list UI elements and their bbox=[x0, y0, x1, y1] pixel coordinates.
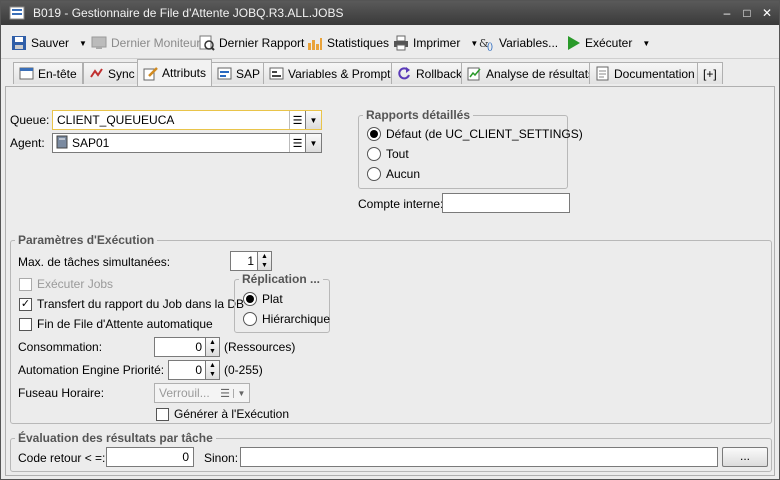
tab-result-analysis[interactable]: Analyse de résultats bbox=[461, 62, 601, 84]
list-icon[interactable]: ☰ bbox=[289, 111, 305, 129]
queue-combobox[interactable]: CLIENT_QUEUEUCA ☰ ▼ bbox=[52, 110, 322, 130]
checkmark-icon: ✓ bbox=[19, 297, 32, 311]
replication-flat-radio[interactable]: Plat bbox=[243, 292, 283, 306]
report-default-radio[interactable]: Défaut (de UC_CLIENT_SETTINGS) bbox=[367, 127, 583, 141]
result-evaluation-title: Évaluation des résultats par tâche bbox=[15, 431, 216, 445]
spinner-arrows-icon[interactable]: ▲ ▼ bbox=[205, 338, 219, 356]
queue-object-icon bbox=[9, 5, 25, 21]
spinner-arrows-icon[interactable]: ▲ ▼ bbox=[205, 361, 219, 379]
else-input[interactable] bbox=[240, 447, 718, 467]
chevron-down-icon[interactable]: ▼ bbox=[470, 39, 478, 48]
play-icon bbox=[565, 35, 581, 51]
report-none-radio[interactable]: Aucun bbox=[367, 167, 420, 181]
sap-icon bbox=[217, 66, 232, 81]
else-label: Sinon: bbox=[204, 451, 239, 465]
print-button[interactable]: Imprimer ▼ bbox=[393, 34, 478, 52]
tab-sync[interactable]: Sync bbox=[83, 62, 141, 84]
report-all-radio[interactable]: Tout bbox=[367, 147, 409, 161]
monitor-icon bbox=[91, 35, 107, 51]
chevron-down-icon[interactable]: ▼ bbox=[79, 39, 87, 48]
sync-icon bbox=[89, 66, 104, 81]
agent-label: Agent: bbox=[10, 136, 45, 150]
queue-value: CLIENT_QUEUEUCA bbox=[57, 113, 175, 127]
form-icon bbox=[269, 66, 284, 81]
consumption-label: Consommation: bbox=[18, 340, 103, 354]
chevron-down-icon[interactable]: ▼ bbox=[305, 111, 321, 129]
spinner-arrows-icon[interactable]: ▲ ▼ bbox=[257, 252, 271, 270]
return-code-input[interactable]: 0 bbox=[106, 447, 194, 467]
maximize-button[interactable]: □ bbox=[739, 5, 755, 21]
agent-combobox[interactable]: SAP01 ☰ ▼ bbox=[52, 133, 322, 153]
toolbar: Sauver ▼ Dernier Moniteur Dernier Rapport… bbox=[1, 25, 779, 59]
replication-title: Réplication ... bbox=[239, 272, 324, 286]
timezone-combobox[interactable]: Verrouil... ☰ ▼ bbox=[154, 383, 250, 403]
generate-at-exec-checkbox[interactable]: Générer à l'Exécution bbox=[156, 407, 289, 421]
tab-header[interactable]: En-tête bbox=[13, 62, 83, 84]
max-tasks-label: Max. de tâches simultanées: bbox=[18, 255, 171, 269]
save-button[interactable]: Sauver ▼ bbox=[11, 34, 87, 52]
return-code-label: Code retour < =: bbox=[18, 451, 106, 465]
header-icon bbox=[19, 66, 34, 81]
report-search-icon bbox=[199, 35, 215, 51]
attributes-panel: Queue: CLIENT_QUEUEUCA ☰ ▼ Agent: SAP01 … bbox=[5, 86, 775, 476]
svg-text:(): () bbox=[487, 41, 493, 51]
execute-button[interactable]: Exécuter ▼ bbox=[565, 34, 650, 52]
last-report-button[interactable]: Dernier Rapport bbox=[199, 34, 304, 52]
replication-hierarchical-radio[interactable]: Hiérarchique bbox=[243, 312, 330, 326]
internal-account-label: Compte interne: bbox=[358, 197, 444, 211]
main-window: B019 - Gestionnaire de File d'Attente JO… bbox=[0, 0, 780, 480]
statistics-button[interactable]: Statistiques bbox=[307, 34, 389, 52]
auto-end-checkbox[interactable]: Fin de File d'Attente automatique bbox=[19, 317, 213, 331]
tab-attributes[interactable]: Attributs bbox=[137, 59, 213, 86]
variables-button[interactable]: &() Variables... bbox=[479, 34, 558, 52]
chevron-down-icon[interactable]: ▼ bbox=[305, 134, 321, 152]
timezone-label: Fuseau Horaire: bbox=[18, 386, 105, 400]
consumption-spinner[interactable]: 0 ▲ ▼ bbox=[154, 337, 220, 357]
chevron-down-icon[interactable]: ▼ bbox=[233, 388, 249, 398]
tab-documentation[interactable]: Documentation bbox=[589, 62, 701, 84]
floppy-disk-icon bbox=[11, 35, 27, 51]
printer-icon bbox=[393, 35, 409, 51]
analysis-icon bbox=[467, 66, 482, 81]
chevron-down-icon[interactable]: ▼ bbox=[642, 39, 650, 48]
title-bar[interactable]: B019 - Gestionnaire de File d'Attente JO… bbox=[1, 1, 779, 25]
chart-icon bbox=[307, 35, 323, 51]
tab-sap[interactable]: SAP bbox=[211, 62, 267, 84]
priority-range: (0-255) bbox=[224, 363, 263, 377]
last-monitor-button[interactable]: Dernier Moniteur bbox=[91, 34, 200, 52]
max-tasks-spinner[interactable]: 1 ▲ ▼ bbox=[230, 251, 272, 271]
internal-account-input[interactable] bbox=[442, 193, 570, 213]
minimize-button[interactable]: – bbox=[719, 5, 735, 21]
tab-variables-prompts[interactable]: Variables & Prompts bbox=[263, 62, 403, 84]
list-icon[interactable]: ☰ bbox=[217, 387, 233, 400]
execution-params-title: Paramètres d'Exécution bbox=[15, 233, 158, 247]
tab-add[interactable]: [+] bbox=[697, 62, 723, 84]
variables-icon: &() bbox=[479, 35, 495, 51]
queue-label: Queue: bbox=[10, 113, 50, 127]
agent-value: SAP01 bbox=[72, 136, 110, 150]
priority-label: Automation Engine Priorité: bbox=[18, 363, 165, 377]
execute-jobs-checkbox[interactable]: Exécuter Jobs bbox=[19, 277, 113, 291]
tab-strip: En-tête Sync Attributs SAP Variables & P… bbox=[1, 59, 779, 87]
server-icon bbox=[56, 135, 68, 152]
window-title: B019 - Gestionnaire de File d'Attente JO… bbox=[33, 6, 344, 20]
close-button[interactable]: ✕ bbox=[759, 5, 775, 21]
priority-spinner[interactable]: 0 ▲ ▼ bbox=[168, 360, 220, 380]
list-icon[interactable]: ☰ bbox=[289, 134, 305, 152]
consumption-unit: (Ressources) bbox=[224, 340, 296, 354]
pencil-icon bbox=[143, 66, 158, 81]
rollback-icon bbox=[397, 66, 412, 81]
document-icon bbox=[595, 66, 610, 81]
detailed-reports-title: Rapports détaillés bbox=[363, 108, 474, 122]
tab-rollback[interactable]: Rollback bbox=[391, 62, 469, 84]
browse-button[interactable]: ... bbox=[722, 447, 768, 467]
transfer-report-checkbox[interactable]: ✓ Transfert du rapport du Job dans la DB bbox=[19, 297, 244, 311]
